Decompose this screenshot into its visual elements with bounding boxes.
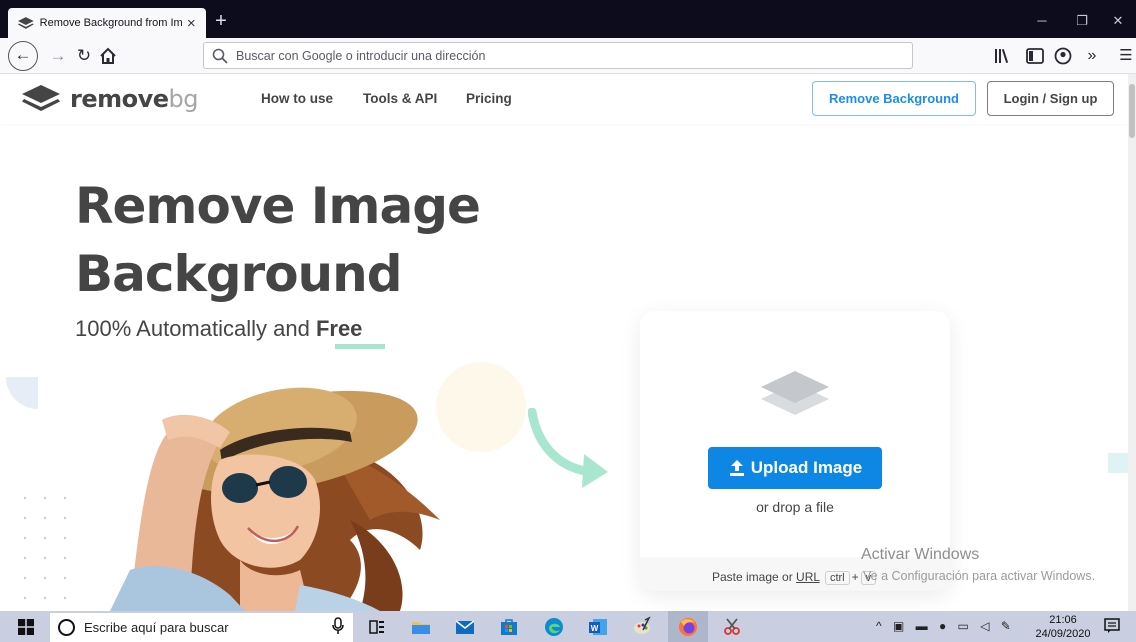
windows-start-icon[interactable] [18, 619, 34, 635]
windows-taskbar: Escribe aquí para buscar W ^ ▣ ▬ ● ▭ ◁ ✎… [0, 611, 1136, 642]
kbd-plus: + [851, 570, 859, 584]
window-close-icon[interactable]: ✕ [1100, 10, 1136, 32]
home-icon[interactable] [98, 46, 118, 66]
hero-subtitle-prefix: 100% Automatically and [75, 316, 316, 341]
upload-image-button[interactable]: Upload Image [708, 447, 882, 489]
browser-tab[interactable]: Remove Background from Imag × [8, 8, 206, 38]
activate-windows-title: Activar Windows [861, 546, 980, 563]
address-bar[interactable] [203, 42, 913, 69]
menu-icon[interactable]: ☰ [1112, 42, 1136, 70]
paste-url-link[interactable]: URL [796, 570, 820, 584]
tab-close-icon[interactable]: × [182, 15, 200, 32]
upload-image-label: Upload Image [750, 458, 863, 477]
decorative-quarter-circle [6, 377, 38, 409]
library-icon[interactable] [994, 48, 1012, 64]
hero-title: Remove Image Background [75, 172, 481, 308]
upload-arrow-icon [729, 460, 744, 476]
new-tab-button[interactable]: + [208, 8, 234, 34]
tab-title: Remove Background from Imag [39, 17, 183, 29]
mail-icon[interactable] [454, 616, 476, 638]
search-icon [212, 48, 228, 64]
window-minimize-icon[interactable]: ─ [1024, 10, 1060, 32]
hero-title-line-1: Remove Image [75, 177, 481, 235]
taskbar-search-placeholder: Escribe aquí para buscar [84, 620, 229, 635]
logo-wordmark: removebg [70, 85, 199, 113]
word-icon[interactable]: W [587, 616, 609, 638]
page-scrollbar-thumb[interactable] [1129, 84, 1135, 138]
task-view-icon[interactable] [366, 616, 388, 638]
hero-subtitle-free: Free [315, 316, 363, 341]
back-arrow-icon[interactable]: ← [8, 41, 38, 71]
page-scrollbar[interactable] [1128, 74, 1136, 611]
drop-file-text: or drop a file [756, 499, 834, 515]
hero-subtitle: 100% Automatically and Free [75, 316, 362, 342]
paste-image-hint: Paste image or URL ctrl + v [712, 570, 878, 585]
overflow-chevron-icon[interactable]: » [1078, 42, 1106, 70]
paint-icon[interactable] [631, 616, 653, 638]
browser-tab-strip: Remove Background from Imag × + ─ ❐ ✕ [0, 0, 1136, 38]
browser-toolbar: ← → ↻ » ☰ [0, 38, 1136, 74]
curved-arrow-icon [528, 408, 608, 488]
sidebar-icon[interactable] [1026, 48, 1044, 64]
taskbar-clock[interactable]: 21:06 24/09/2020 [1034, 613, 1092, 641]
reload-icon[interactable]: ↻ [70, 42, 98, 70]
store-icon[interactable] [498, 616, 520, 638]
hero-title-line-2: Background [75, 245, 403, 303]
clock-time: 21:06 [1049, 614, 1077, 626]
nav-pricing[interactable]: Pricing [466, 91, 512, 106]
kbd-ctrl: ctrl [824, 571, 850, 585]
screen: Remove Background from Imag × + ─ ❐ ✕ ← … [0, 0, 1136, 642]
microphone-icon[interactable] [332, 617, 344, 635]
site-header: removebg How to use Tools & API Pricing … [0, 74, 1128, 124]
file-explorer-icon[interactable] [410, 616, 432, 638]
activate-windows-subtitle: Ve a Configuración para activar Windows. [863, 569, 1096, 583]
nav-tools-api[interactable]: Tools & API [363, 91, 437, 106]
decorative-square [1108, 453, 1128, 473]
removebg-logo[interactable]: removebg [22, 84, 199, 114]
remove-background-button[interactable]: Remove Background [812, 81, 976, 116]
firefox-icon[interactable] [677, 616, 699, 638]
taskbar-search-box[interactable]: Escribe aquí para buscar [50, 613, 353, 642]
clock-date: 24/09/2020 [1035, 628, 1091, 640]
account-icon[interactable] [1054, 47, 1072, 65]
logo-word-bg: bg [168, 85, 199, 113]
svg-text:W: W [591, 624, 599, 633]
logo-word-remove: remove [70, 85, 169, 113]
layers-logo-icon [22, 85, 60, 111]
cortana-icon [58, 619, 75, 636]
snipping-tool-icon[interactable] [721, 616, 743, 638]
forward-arrow-icon[interactable]: → [44, 42, 72, 70]
notifications-icon[interactable] [1104, 618, 1120, 634]
nav-how-to-use[interactable]: How to use [261, 91, 333, 106]
layers-upload-icon [761, 371, 829, 415]
url-input[interactable] [236, 48, 896, 63]
free-underline [335, 344, 385, 349]
removebg-favicon-icon [18, 17, 34, 29]
paste-prefix: Paste image or [712, 570, 797, 584]
system-tray-icons[interactable]: ^ ▣ ▬ ● ▭ ◁ ✎ [876, 619, 1015, 633]
window-restore-icon[interactable]: ❐ [1064, 10, 1100, 32]
login-signup-button[interactable]: Login / Sign up [987, 81, 1114, 116]
edge-icon[interactable] [543, 616, 565, 638]
hero-woman-photo [110, 387, 440, 611]
